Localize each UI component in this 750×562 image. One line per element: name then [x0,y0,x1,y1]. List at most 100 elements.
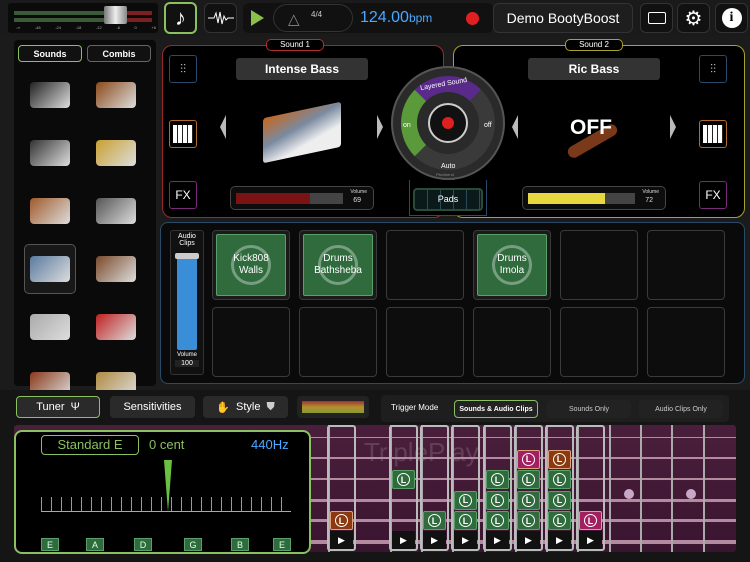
auto-pitchbend-button[interactable]: Auto [441,163,455,170]
play-button[interactable] [251,10,264,26]
instrument-strings[interactable] [90,70,142,120]
fret-clip-trigger[interactable]: L [517,490,540,510]
column-play-button[interactable]: ▶ [330,531,353,549]
instrument-brass[interactable] [90,128,142,178]
column-play-button[interactable]: ▶ [423,531,446,549]
settings-button[interactable]: ⚙ [677,3,710,33]
empty-pad[interactable] [560,307,638,377]
column-play-button[interactable]: ▶ [517,531,540,549]
reference-pitch[interactable]: 440Hz [251,437,289,452]
keyboard-button[interactable] [640,3,673,33]
column-play-button[interactable]: ▶ [454,531,477,549]
mixer-icon: ⫶⫶ [709,61,716,76]
sound1-fx-button[interactable]: FX [169,181,197,209]
instrument-synth[interactable] [24,244,76,294]
empty-pad[interactable] [212,307,290,377]
sound2-fx-button[interactable]: FX [699,181,727,209]
empty-pad[interactable] [647,307,725,377]
layer-off-button[interactable]: off [484,122,492,129]
fret-clip-trigger[interactable]: L [548,511,571,530]
clips-volume-knob[interactable] [175,253,199,259]
column-play-button[interactable]: ▶ [579,531,602,549]
instrument-grand-piano[interactable] [24,70,76,120]
fret-clip-trigger[interactable]: L [423,511,446,530]
sound2-prev-arrow[interactable] [512,115,518,139]
audio-clip-pad[interactable]: Kick808 Walls [212,230,290,300]
metronome-button[interactable]: △ 4/4 [273,4,353,32]
mode-sounds-and-audio-clips[interactable]: Sounds & Audio Clips [454,400,538,418]
tuner-string-b[interactable]: B [231,538,249,551]
fret-clip-trigger[interactable]: L [517,511,540,530]
fret-clip-trigger[interactable]: L [454,490,477,510]
instrument-electric-guitar[interactable] [90,302,142,352]
fret-clip-trigger[interactable]: L [330,511,353,530]
fret-clip-trigger[interactable]: L [486,470,509,489]
tempo-display[interactable]: 124.00bpm [360,9,432,27]
empty-pad[interactable] [299,307,377,377]
sound2-name[interactable]: Ric Bass [528,58,660,80]
layer-on-button[interactable]: on [403,122,411,129]
mixer-overview-button[interactable] [297,396,369,418]
sound1-name[interactable]: Intense Bass [236,58,368,80]
fret-clip-trigger[interactable]: L [486,511,509,530]
music-note-button[interactable]: ♪ [164,2,197,34]
record-button[interactable] [466,12,479,25]
fret-clip-trigger[interactable]: L [579,511,602,530]
fret-clip-trigger[interactable]: L [548,490,571,510]
fret-clip-trigger[interactable]: L [486,490,509,510]
layer-sync-icon[interactable] [428,103,468,143]
tuner-string-e[interactable]: E [273,538,291,551]
sound1-volume-slider[interactable]: Volume 69 [230,186,374,210]
sound1-keyboard-button[interactable] [169,120,197,148]
fret-clip-trigger[interactable]: L [454,511,477,530]
audio-clip-pad[interactable]: Drums Imola [473,230,551,300]
column-play-button[interactable]: ▶ [392,531,415,549]
empty-pad[interactable] [647,230,725,300]
style-button[interactable]: ✋ Style ⛊ [203,396,288,418]
fret-clip-trigger[interactable]: L [548,470,571,489]
sound2-next-arrow[interactable] [670,115,676,139]
fret-clip-trigger[interactable]: L [548,449,571,469]
instrument-upright-piano[interactable] [24,128,76,178]
fret-clip-trigger[interactable]: L [392,470,415,489]
song-name-button[interactable]: Demo BootyBoost [493,3,633,33]
sensitivities-button[interactable]: Sensitivities [110,396,195,418]
master-volume-knob[interactable] [104,6,127,24]
fret-clip-column: L L L L ▶ [545,425,574,551]
waveform-button[interactable] [204,3,237,33]
mode-audio-clips-only[interactable]: Audio Clips Only [639,400,723,418]
clips-volume-slider[interactable]: Audio Clips Volume 100 [170,230,204,375]
instrument-organ[interactable] [24,186,76,236]
master-level-meter[interactable]: -∞ -48 -24 -18 -12 -6 0 +6 [8,3,158,33]
empty-pad[interactable] [473,307,551,377]
tuner-button[interactable]: Tuner Ψ [16,396,100,418]
sound1-mixer-button[interactable]: ⫶⫶ [169,55,197,83]
audio-clip-pad[interactable]: Drums Bathsheba [299,230,377,300]
fret-clip-trigger[interactable]: L [517,449,540,469]
empty-pad[interactable] [386,230,464,300]
pick-icon: ⛊ [266,400,275,413]
tuner-string-d[interactable]: D [134,538,152,551]
mode-sounds-only[interactable]: Sounds Only [547,400,631,418]
empty-pad[interactable] [386,307,464,377]
tuner-string-g[interactable]: G [184,538,202,551]
sound2-keyboard-button[interactable] [699,120,727,148]
tuner-string-e[interactable]: E [41,538,59,551]
sound1-prev-arrow[interactable] [220,115,226,139]
sound2-volume-slider[interactable]: Volume 72 [522,186,666,210]
tuner-string-a[interactable]: A [86,538,104,551]
sound2-mixer-button[interactable]: ⫶⫶ [699,55,727,83]
instrument-woodwinds[interactable] [90,186,142,236]
pads-button[interactable]: Pads [413,188,483,211]
fret-clip-trigger[interactable]: L [517,470,540,489]
empty-pad[interactable] [560,230,638,300]
info-button[interactable]: i [715,3,748,33]
instrument-keyboard[interactable] [24,302,76,352]
column-play-button[interactable]: ▶ [486,531,509,549]
tab-combis[interactable]: Combis [87,45,151,62]
sound1-next-arrow[interactable] [377,115,383,139]
tuning-select[interactable]: Standard E [41,435,139,455]
instrument-marimba[interactable] [90,244,142,294]
column-play-button[interactable]: ▶ [548,531,571,549]
tab-sounds[interactable]: Sounds [18,45,82,62]
